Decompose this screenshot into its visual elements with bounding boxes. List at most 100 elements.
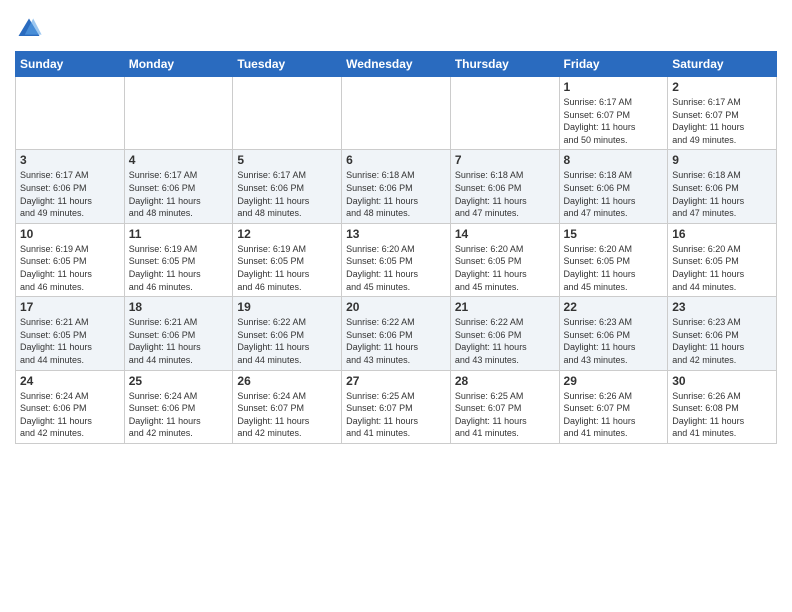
day-number: 21 (455, 300, 555, 314)
calendar-cell (233, 77, 342, 150)
day-info: Sunrise: 6:17 AM Sunset: 6:07 PM Dayligh… (672, 96, 772, 146)
page: SundayMondayTuesdayWednesdayThursdayFrid… (0, 0, 792, 612)
calendar: SundayMondayTuesdayWednesdayThursdayFrid… (15, 51, 777, 444)
calendar-cell: 29Sunrise: 6:26 AM Sunset: 6:07 PM Dayli… (559, 370, 668, 443)
day-number: 13 (346, 227, 446, 241)
calendar-cell: 9Sunrise: 6:18 AM Sunset: 6:06 PM Daylig… (668, 150, 777, 223)
calendar-cell: 14 Sunrise: 6:20 AM Sunset: 6:05 PM Dayli… (450, 223, 559, 296)
weekday-header-row: SundayMondayTuesdayWednesdayThursdayFrid… (16, 52, 777, 77)
calendar-cell: 8 Sunrise: 6:18 AM Sunset: 6:06 PM Daylig… (559, 150, 668, 223)
day-info: Sunrise: 6:17 AM Sunset: 6:06 PM Dayligh… (20, 169, 120, 219)
day-info: Sunrise: 6:24 AM Sunset: 6:06 PM Dayligh… (129, 390, 229, 440)
day-number: 24 (20, 374, 120, 388)
day-number: 19 (237, 300, 337, 314)
calendar-cell (124, 77, 233, 150)
calendar-cell: 23 Sunrise: 6:23 AM Sunset: 6:06 PM Dayli… (668, 297, 777, 370)
day-info: Sunrise: 6:23 AM Sunset: 6:06 PM Dayligh… (564, 316, 664, 366)
weekday-header-monday: Monday (124, 52, 233, 77)
day-info: Sunrise: 6:19 AM Sunset: 6:05 PM Dayligh… (20, 243, 120, 293)
weekday-header-friday: Friday (559, 52, 668, 77)
calendar-cell: 17Sunrise: 6:21 AM Sunset: 6:05 PM Dayli… (16, 297, 125, 370)
day-number: 3 (20, 153, 120, 167)
calendar-cell: 22 Sunrise: 6:23 AM Sunset: 6:06 PM Dayli… (559, 297, 668, 370)
calendar-cell: 25 Sunrise: 6:24 AM Sunset: 6:06 PM Dayli… (124, 370, 233, 443)
day-info: Sunrise: 6:18 AM Sunset: 6:06 PM Dayligh… (455, 169, 555, 219)
day-number: 6 (346, 153, 446, 167)
calendar-cell: 5 Sunrise: 6:17 AM Sunset: 6:06 PM Daylig… (233, 150, 342, 223)
calendar-cell (342, 77, 451, 150)
day-info: Sunrise: 6:19 AM Sunset: 6:05 PM Dayligh… (129, 243, 229, 293)
day-number: 26 (237, 374, 337, 388)
calendar-cell: 24 Sunrise: 6:24 AM Sunset: 6:06 PM Dayli… (16, 370, 125, 443)
day-info: Sunrise: 6:21 AM Sunset: 6:06 PM Dayligh… (129, 316, 229, 366)
day-number: 4 (129, 153, 229, 167)
calendar-cell: 13 Sunrise: 6:20 AM Sunset: 6:05 PM Dayli… (342, 223, 451, 296)
day-info: Sunrise: 6:20 AM Sunset: 6:05 PM Dayligh… (455, 243, 555, 293)
day-number: 2 (672, 80, 772, 94)
calendar-cell: 26 Sunrise: 6:24 AM Sunset: 6:07 PM Dayli… (233, 370, 342, 443)
day-info: Sunrise: 6:17 AM Sunset: 6:06 PM Dayligh… (129, 169, 229, 219)
day-info: Sunrise: 6:26 AM Sunset: 6:07 PM Dayligh… (564, 390, 664, 440)
calendar-cell: 21 Sunrise: 6:22 AM Sunset: 6:06 PM Dayli… (450, 297, 559, 370)
day-info: Sunrise: 6:22 AM Sunset: 6:06 PM Dayligh… (346, 316, 446, 366)
calendar-row-5: 24 Sunrise: 6:24 AM Sunset: 6:06 PM Dayli… (16, 370, 777, 443)
day-number: 5 (237, 153, 337, 167)
day-number: 8 (564, 153, 664, 167)
day-info: Sunrise: 6:17 AM Sunset: 6:06 PM Dayligh… (237, 169, 337, 219)
day-info: Sunrise: 6:20 AM Sunset: 6:05 PM Dayligh… (564, 243, 664, 293)
day-number: 12 (237, 227, 337, 241)
day-info: Sunrise: 6:22 AM Sunset: 6:06 PM Dayligh… (237, 316, 337, 366)
day-info: Sunrise: 6:21 AM Sunset: 6:05 PM Dayligh… (20, 316, 120, 366)
weekday-header-saturday: Saturday (668, 52, 777, 77)
calendar-cell: 6Sunrise: 6:18 AM Sunset: 6:06 PM Daylig… (342, 150, 451, 223)
day-number: 7 (455, 153, 555, 167)
day-number: 27 (346, 374, 446, 388)
day-number: 18 (129, 300, 229, 314)
day-info: Sunrise: 6:22 AM Sunset: 6:06 PM Dayligh… (455, 316, 555, 366)
day-info: Sunrise: 6:19 AM Sunset: 6:05 PM Dayligh… (237, 243, 337, 293)
day-number: 28 (455, 374, 555, 388)
calendar-row-4: 17Sunrise: 6:21 AM Sunset: 6:05 PM Dayli… (16, 297, 777, 370)
calendar-cell: 30Sunrise: 6:26 AM Sunset: 6:08 PM Dayli… (668, 370, 777, 443)
day-number: 23 (672, 300, 772, 314)
day-number: 9 (672, 153, 772, 167)
calendar-row-1: 1 Sunrise: 6:17 AM Sunset: 6:07 PM Daylig… (16, 77, 777, 150)
weekday-header-sunday: Sunday (16, 52, 125, 77)
day-number: 16 (672, 227, 772, 241)
weekday-header-thursday: Thursday (450, 52, 559, 77)
calendar-cell: 1 Sunrise: 6:17 AM Sunset: 6:07 PM Daylig… (559, 77, 668, 150)
day-info: Sunrise: 6:24 AM Sunset: 6:06 PM Dayligh… (20, 390, 120, 440)
day-info: Sunrise: 6:18 AM Sunset: 6:06 PM Dayligh… (564, 169, 664, 219)
day-info: Sunrise: 6:26 AM Sunset: 6:08 PM Dayligh… (672, 390, 772, 440)
calendar-cell: 16Sunrise: 6:20 AM Sunset: 6:05 PM Dayli… (668, 223, 777, 296)
calendar-cell: 12 Sunrise: 6:19 AM Sunset: 6:05 PM Dayli… (233, 223, 342, 296)
day-number: 10 (20, 227, 120, 241)
weekday-header-tuesday: Tuesday (233, 52, 342, 77)
calendar-cell: 27Sunrise: 6:25 AM Sunset: 6:07 PM Dayli… (342, 370, 451, 443)
day-number: 22 (564, 300, 664, 314)
weekday-header-wednesday: Wednesday (342, 52, 451, 77)
calendar-cell: 18 Sunrise: 6:21 AM Sunset: 6:06 PM Dayli… (124, 297, 233, 370)
day-info: Sunrise: 6:17 AM Sunset: 6:07 PM Dayligh… (564, 96, 664, 146)
calendar-cell: 28 Sunrise: 6:25 AM Sunset: 6:07 PM Dayli… (450, 370, 559, 443)
calendar-cell: 4 Sunrise: 6:17 AM Sunset: 6:06 PM Daylig… (124, 150, 233, 223)
calendar-row-3: 10 Sunrise: 6:19 AM Sunset: 6:05 PM Dayli… (16, 223, 777, 296)
calendar-cell: 15Sunrise: 6:20 AM Sunset: 6:05 PM Dayli… (559, 223, 668, 296)
day-number: 1 (564, 80, 664, 94)
calendar-cell: 10 Sunrise: 6:19 AM Sunset: 6:05 PM Dayli… (16, 223, 125, 296)
day-info: Sunrise: 6:23 AM Sunset: 6:06 PM Dayligh… (672, 316, 772, 366)
logo-icon (15, 15, 43, 43)
day-info: Sunrise: 6:24 AM Sunset: 6:07 PM Dayligh… (237, 390, 337, 440)
calendar-cell (16, 77, 125, 150)
day-number: 25 (129, 374, 229, 388)
calendar-cell: 7 Sunrise: 6:18 AM Sunset: 6:06 PM Daylig… (450, 150, 559, 223)
calendar-cell: 19 Sunrise: 6:22 AM Sunset: 6:06 PM Dayli… (233, 297, 342, 370)
calendar-cell (450, 77, 559, 150)
calendar-cell: 11 Sunrise: 6:19 AM Sunset: 6:05 PM Dayli… (124, 223, 233, 296)
day-info: Sunrise: 6:20 AM Sunset: 6:05 PM Dayligh… (346, 243, 446, 293)
day-number: 14 (455, 227, 555, 241)
day-info: Sunrise: 6:25 AM Sunset: 6:07 PM Dayligh… (455, 390, 555, 440)
day-number: 11 (129, 227, 229, 241)
day-number: 20 (346, 300, 446, 314)
calendar-cell: 20 Sunrise: 6:22 AM Sunset: 6:06 PM Dayli… (342, 297, 451, 370)
